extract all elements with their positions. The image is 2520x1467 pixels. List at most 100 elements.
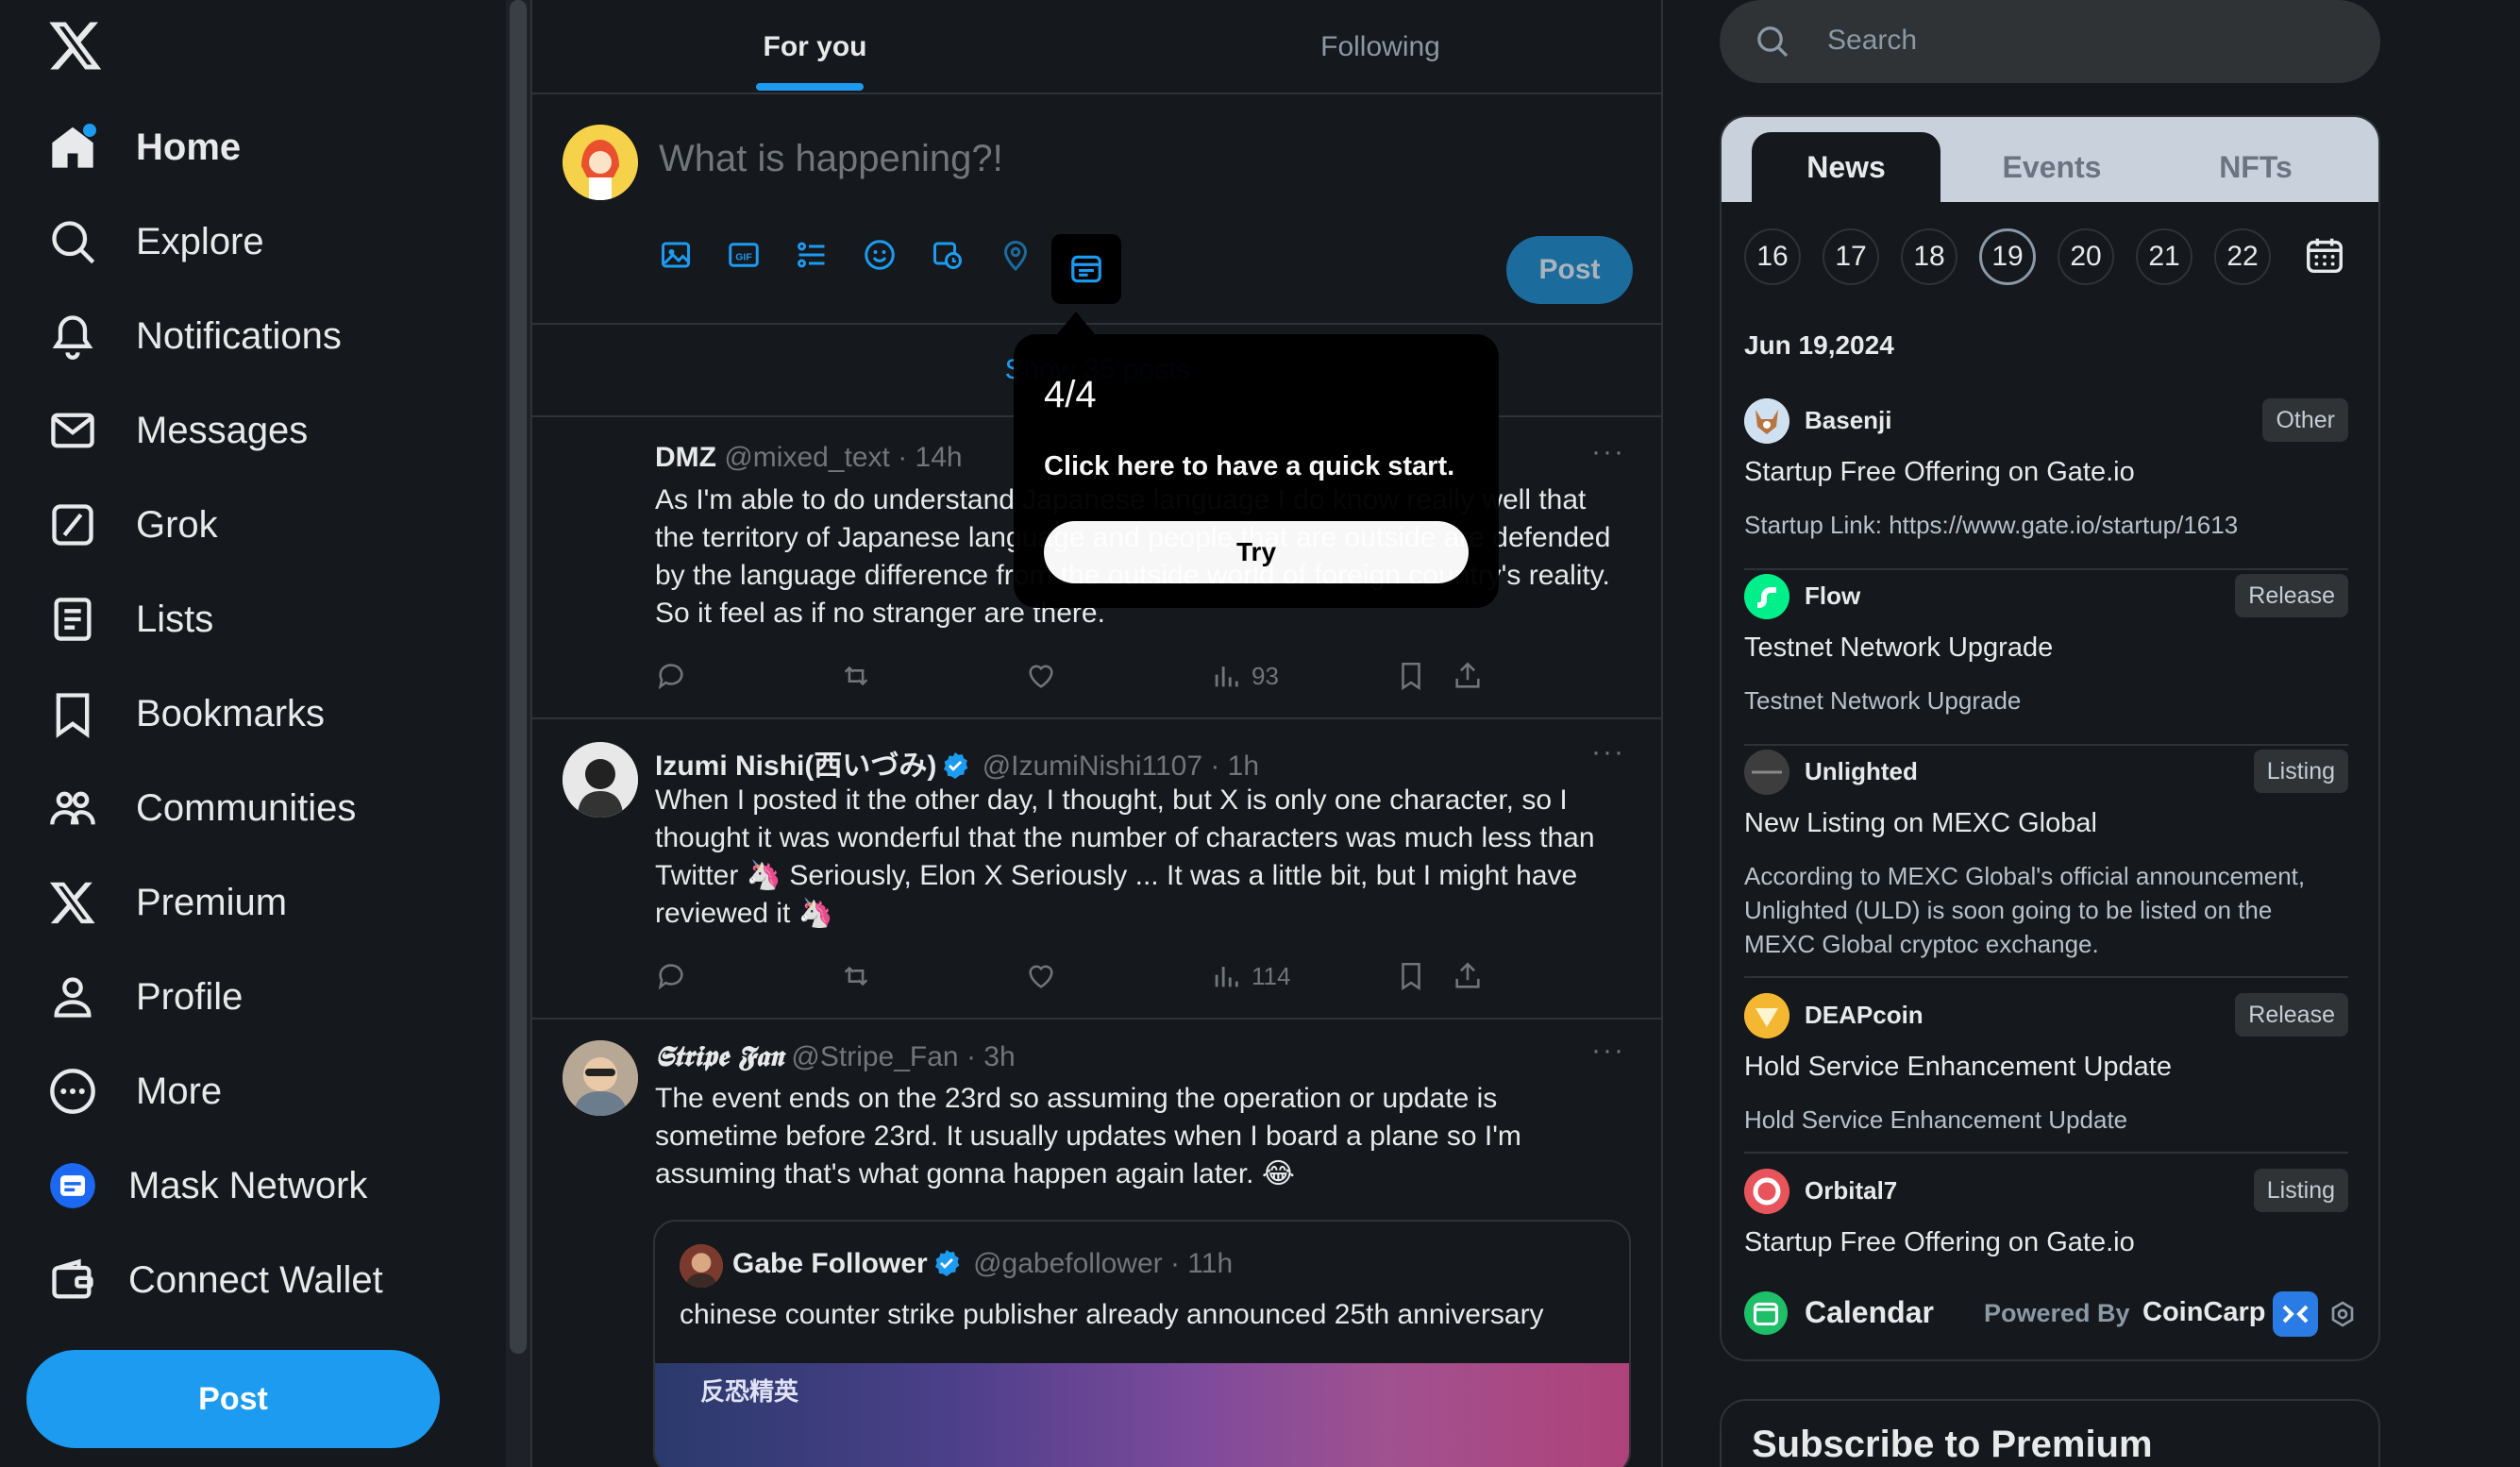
- tab-for-you[interactable]: For you: [532, 0, 1098, 94]
- location-icon[interactable]: [999, 238, 1036, 276]
- event-title[interactable]: Testnet Network Upgrade: [1744, 632, 2053, 664]
- verified-badge-icon: [934, 1250, 960, 1276]
- more-icon[interactable]: ···: [1591, 736, 1625, 768]
- quote-avatar[interactable]: [680, 1244, 723, 1288]
- tweet-actions: 114: [655, 957, 1504, 995]
- tweet-text: The event ends on the 23rd so assuming t…: [655, 1083, 1521, 1189]
- calendar-footer-label[interactable]: Calendar: [1805, 1295, 1934, 1330]
- settings-icon[interactable]: [2327, 1299, 2358, 1329]
- event-item[interactable]: Unlighted Listing New Listing on MEXC Gl…: [1744, 750, 2348, 986]
- nav-mask-network[interactable]: Mask Network: [47, 1148, 367, 1223]
- quote-handle[interactable]: @gabefollower: [973, 1248, 1163, 1279]
- compose-input[interactable]: What is happening?!: [659, 138, 1003, 180]
- quote-time[interactable]: · 11h: [1170, 1248, 1233, 1279]
- nav-grok[interactable]: Grok: [47, 487, 218, 563]
- nav-communities[interactable]: Communities: [47, 770, 356, 846]
- reply-icon[interactable]: [655, 957, 687, 995]
- more-icon[interactable]: ···: [1591, 436, 1625, 468]
- quote-image[interactable]: [655, 1363, 1629, 1467]
- tab-news[interactable]: News: [1752, 132, 1940, 202]
- nav-bookmarks[interactable]: Bookmarks: [47, 676, 325, 751]
- bookmark-icon[interactable]: [1395, 657, 1427, 695]
- nav-notifications[interactable]: Notifications: [47, 298, 342, 374]
- event-item[interactable]: Basenji Other Startup Free Offering on G…: [1744, 398, 2348, 559]
- day-button[interactable]: 21: [2136, 228, 2192, 285]
- tweet-avatar[interactable]: [563, 1040, 638, 1116]
- event-title[interactable]: Startup Free Offering on Gate.io: [1744, 1227, 2135, 1258]
- event-project-name: DEAPcoin: [1805, 1001, 1924, 1029]
- tweet-time[interactable]: · 1h: [1210, 750, 1259, 782]
- event-item[interactable]: Orbital7 Listing Startup Free Offering o…: [1744, 1169, 2348, 1273]
- share-icon[interactable]: [1452, 657, 1484, 695]
- poll-icon[interactable]: [795, 238, 832, 276]
- schedule-icon[interactable]: [931, 238, 968, 276]
- tweet[interactable]: Izumi Nishi(西いづみ) @IzumiNishi1107 · 1h ·…: [532, 719, 1663, 1020]
- nav-connect-wallet[interactable]: Connect Wallet: [47, 1242, 383, 1318]
- nav-lists[interactable]: Lists: [47, 582, 213, 657]
- try-button[interactable]: Try: [1044, 521, 1469, 583]
- user-avatar[interactable]: [563, 125, 638, 200]
- views-icon[interactable]: 93: [1210, 657, 1279, 695]
- nav-explore[interactable]: Explore: [47, 204, 264, 279]
- tweet-handle[interactable]: @mixed_text: [724, 442, 890, 473]
- event-item[interactable]: DEAPcoin Release Hold Service Enhancemen…: [1744, 993, 2348, 1154]
- tweet-avatar[interactable]: [563, 742, 638, 818]
- like-icon[interactable]: [1025, 957, 1057, 995]
- deapcoin-logo-icon: [1744, 993, 1789, 1038]
- nav-messages[interactable]: Messages: [47, 393, 308, 468]
- tweet-author-name[interactable]: DMZ: [655, 442, 716, 473]
- quoted-tweet[interactable]: Gabe Follower @gabefollower · 11h chines…: [653, 1220, 1631, 1467]
- event-item[interactable]: Flow Release Testnet Network Upgrade Tes…: [1744, 574, 2348, 734]
- reply-icon[interactable]: [655, 657, 687, 695]
- day-button[interactable]: 17: [1823, 228, 1879, 285]
- bookmark-icon[interactable]: [1395, 957, 1427, 995]
- mask-calendar-button[interactable]: [1051, 234, 1121, 304]
- tab-following[interactable]: Following: [1098, 0, 1663, 94]
- tooltip-text: Click here to have a quick start.: [1044, 451, 1455, 481]
- tweet-handle[interactable]: @IzumiNishi1107: [983, 750, 1202, 782]
- event-title[interactable]: Hold Service Enhancement Update: [1744, 1052, 2172, 1083]
- nav-label: Communities: [136, 786, 357, 829]
- quote-author-name[interactable]: Gabe Follower: [732, 1248, 928, 1279]
- search-bar[interactable]: Search: [1720, 0, 2380, 83]
- day-button[interactable]: 20: [2058, 228, 2114, 285]
- tweet-time[interactable]: · 3h: [966, 1041, 1016, 1072]
- tab-nfts[interactable]: NFTs: [2161, 132, 2350, 202]
- gif-icon[interactable]: GIF: [727, 238, 764, 276]
- tweet-author-name[interactable]: Izumi Nishi(西いづみ): [655, 750, 936, 782]
- coincarp-brand[interactable]: CoinCarp: [2142, 1297, 2266, 1328]
- day-button-selected[interactable]: 19: [1979, 228, 2036, 285]
- search-input[interactable]: Search: [1827, 25, 1917, 57]
- tweet-time[interactable]: · 14h: [898, 442, 962, 473]
- more-icon[interactable]: ···: [1591, 1035, 1625, 1067]
- calendar-icon[interactable]: [2303, 234, 2346, 278]
- tab-events[interactable]: Events: [1957, 132, 2146, 202]
- retweet-icon[interactable]: [840, 657, 872, 695]
- compose-post-button[interactable]: Post: [1506, 236, 1633, 304]
- tweet-handle[interactable]: @Stripe_Fan: [791, 1041, 958, 1072]
- nav-home[interactable]: Home: [47, 110, 241, 185]
- tweet-author-name[interactable]: 𝕾𝖙𝖗𝖎𝖕𝖊 𝕱𝖆𝖓: [655, 1040, 783, 1073]
- scrollbar-thumb[interactable]: [510, 0, 527, 1354]
- person-icon: [47, 971, 98, 1022]
- emoji-icon[interactable]: [863, 238, 900, 276]
- views-icon[interactable]: 114: [1210, 957, 1290, 995]
- image-icon[interactable]: [659, 238, 697, 276]
- event-title[interactable]: Startup Free Offering on Gate.io: [1744, 457, 2135, 488]
- event-title[interactable]: New Listing on MEXC Global: [1744, 808, 2097, 839]
- day-button[interactable]: 22: [2214, 228, 2271, 285]
- more-circle-icon: [47, 1066, 98, 1117]
- x-logo-icon[interactable]: [47, 17, 104, 74]
- quote-header: Gabe Follower @gabefollower · 11h: [732, 1248, 1233, 1280]
- nav-profile[interactable]: Profile: [47, 959, 243, 1035]
- day-button[interactable]: 16: [1744, 228, 1801, 285]
- retweet-icon[interactable]: [840, 957, 872, 995]
- share-icon[interactable]: [1452, 957, 1484, 995]
- like-icon[interactable]: [1025, 657, 1057, 695]
- feed-tabs: For you Following: [532, 0, 1663, 94]
- post-button[interactable]: Post: [26, 1350, 440, 1448]
- event-project-name: Basenji: [1805, 406, 1892, 434]
- nav-more[interactable]: More: [47, 1054, 222, 1129]
- nav-premium[interactable]: Premium: [47, 865, 287, 940]
- day-button[interactable]: 18: [1901, 228, 1957, 285]
